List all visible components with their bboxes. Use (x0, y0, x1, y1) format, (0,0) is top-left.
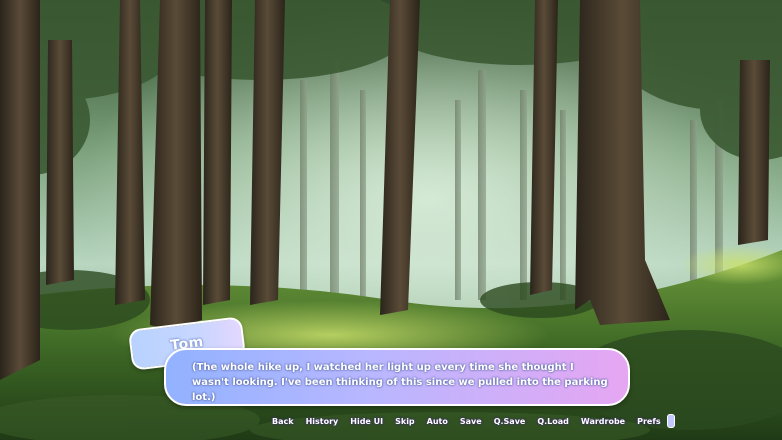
history-button[interactable]: History (306, 417, 339, 426)
wardrobe-button[interactable]: Wardrobe (581, 417, 625, 426)
back-button[interactable]: Back (272, 417, 294, 426)
dialogue-box[interactable]: (The whole hike up, I watched her light … (164, 348, 630, 406)
save-button[interactable]: Save (460, 417, 482, 426)
dialogue-text: (The whole hike up, I watched her light … (192, 362, 608, 403)
quick-menu: Back History Hide UI Skip Auto Save Q.Sa… (272, 412, 675, 430)
quick-load-button[interactable]: Q.Load (537, 417, 569, 426)
skip-button[interactable]: Skip (395, 417, 415, 426)
prefs-button[interactable]: Prefs (637, 417, 660, 426)
quick-save-button[interactable]: Q.Save (494, 417, 526, 426)
auto-button[interactable]: Auto (427, 417, 448, 426)
menu-indicator-icon (666, 414, 675, 428)
hide-ui-button[interactable]: Hide UI (350, 417, 383, 426)
